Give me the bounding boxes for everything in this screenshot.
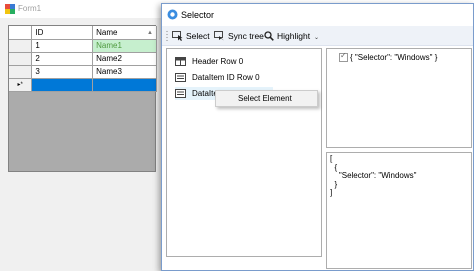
toolbar: Select Sync tree Highlight ⌄ (162, 26, 473, 46)
cell-id[interactable]: 3 (31, 65, 94, 79)
property-text: { "Selector": "Windows" } (350, 53, 438, 62)
column-header-name-label: Name (96, 27, 118, 37)
selector-title: Selector (181, 10, 215, 20)
row-header[interactable] (9, 39, 33, 53)
cell-name[interactable] (92, 78, 157, 92)
new-row-marker-icon[interactable]: ▸* (9, 78, 33, 92)
properties-panel[interactable]: { "Selector": "Windows" } (326, 48, 472, 148)
table-header-icon (175, 57, 186, 66)
selector-titlebar[interactable]: Selector (162, 4, 473, 26)
selector-app-icon (167, 9, 178, 20)
cell-id[interactable]: 2 (31, 52, 94, 66)
data-item-icon (175, 89, 186, 98)
row-header[interactable] (9, 52, 33, 66)
cell-name[interactable]: Name3 (92, 65, 157, 79)
highlight-button[interactable]: Highlight (264, 29, 310, 43)
tree-item-dataitem-id[interactable]: DataItem ID Row 0 (175, 71, 260, 84)
select-cursor-icon (172, 31, 183, 41)
selector-window: Selector Select Sync tree Highlight ⌄ He… (161, 3, 474, 271)
json-line: [ (330, 154, 333, 163)
table-row[interactable]: 1 Name1 (9, 39, 157, 53)
property-checkbox[interactable] (339, 51, 348, 62)
form1-title: Form1 (18, 4, 42, 13)
table-row[interactable]: 3 Name3 (9, 65, 157, 79)
toolbar-overflow-icon[interactable]: ⌄ (314, 34, 319, 41)
row-header[interactable] (9, 65, 33, 79)
column-header-id[interactable]: ID (31, 26, 94, 40)
new-row[interactable]: ▸* (9, 78, 157, 92)
json-line: ] (330, 188, 333, 197)
toolbar-grip-icon[interactable] (166, 30, 168, 41)
json-line: } (330, 179, 338, 189)
element-tree[interactable]: Header Row 0 DataItem ID Row 0 DataItem … (166, 48, 322, 257)
highlight-magnifier-icon (264, 31, 274, 41)
json-output-textarea[interactable]: [ { "Selector": "Windows" } ] (326, 152, 472, 269)
select-button[interactable]: Select (172, 29, 210, 43)
context-menu: Select Element (215, 90, 318, 107)
tree-item-header-row[interactable]: Header Row 0 (175, 55, 243, 68)
sort-arrow-icon: ▲ (147, 29, 153, 36)
property-row[interactable]: { "Selector": "Windows" } (339, 51, 438, 62)
row-header-corner[interactable] (9, 26, 33, 40)
cell-id[interactable] (31, 78, 94, 92)
form-app-icon (5, 4, 15, 14)
sync-tree-button[interactable]: Sync tree (214, 29, 264, 43)
data-item-icon (175, 73, 186, 82)
tree-item-label: Header Row 0 (192, 57, 244, 66)
data-grid[interactable]: ID Name ▲ 1 Name1 2 Name2 3 Name3 ▸* (8, 25, 157, 172)
grid-header-row: ID Name ▲ (9, 26, 157, 40)
cell-id[interactable]: 1 (31, 39, 94, 53)
highlight-label: Highlight (277, 31, 311, 41)
column-header-name[interactable]: Name ▲ (92, 26, 157, 40)
cell-name[interactable]: Name1 (92, 39, 157, 53)
json-line: "Selector": "Windows" (330, 171, 417, 180)
tree-item-label: DataItem ID Row 0 (192, 73, 260, 82)
sync-tree-label: Sync tree (228, 31, 264, 41)
context-menu-item-select-element[interactable]: Select Element (238, 94, 292, 103)
table-row[interactable]: 2 Name2 (9, 52, 157, 66)
select-label: Select (186, 31, 210, 41)
sync-tree-icon (214, 31, 224, 41)
cell-name[interactable]: Name2 (92, 52, 157, 66)
